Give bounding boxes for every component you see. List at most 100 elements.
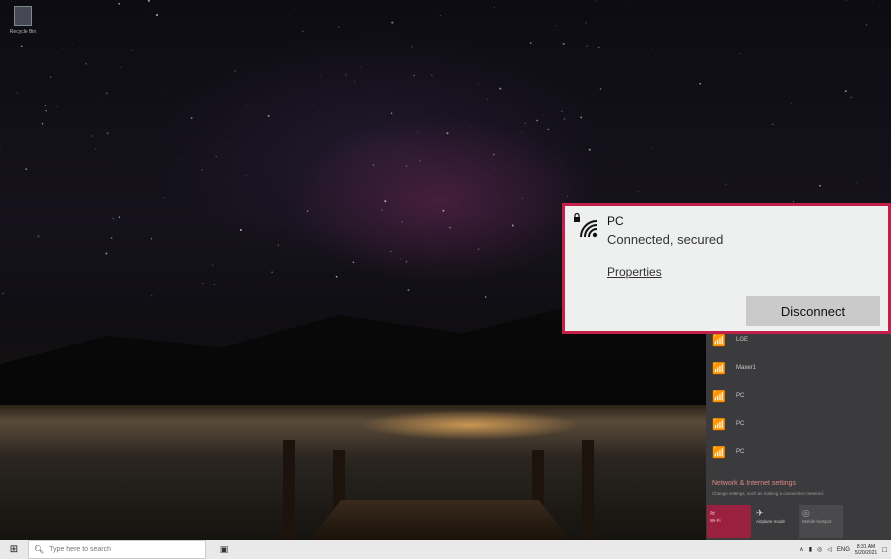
star bbox=[484, 296, 487, 298]
star bbox=[215, 155, 217, 158]
wifi-tile-label: Wi-Fi bbox=[710, 518, 721, 523]
star bbox=[419, 159, 421, 162]
star bbox=[225, 141, 227, 143]
task-view-icon: ▣ bbox=[219, 544, 229, 554]
star bbox=[400, 258, 402, 260]
wifi-tile[interactable]: ≈ Wi-Fi bbox=[707, 505, 751, 538]
star bbox=[110, 236, 113, 240]
recycle-bin-label: Recycle Bin bbox=[9, 29, 37, 35]
task-view-button[interactable]: ▣ bbox=[212, 544, 236, 555]
star bbox=[652, 47, 654, 49]
star bbox=[120, 66, 122, 68]
star bbox=[477, 83, 479, 85]
star bbox=[202, 282, 204, 285]
wifi-secured-icon: 📶 bbox=[712, 418, 726, 431]
star bbox=[177, 157, 179, 159]
star bbox=[495, 169, 497, 171]
star bbox=[407, 289, 410, 292]
taskbar: ⊞ 🔍︎ ▣ ∧ ▮ ◎ ◁ ENG 8:31 AM 5/20/2021 □ bbox=[0, 540, 891, 559]
clock[interactable]: 8:31 AM 5/20/2021 bbox=[855, 544, 877, 556]
star bbox=[449, 226, 451, 229]
network-item[interactable]: 📶 PC bbox=[712, 442, 882, 462]
star bbox=[213, 284, 215, 286]
network-item[interactable]: 📶 Maxer1 bbox=[712, 358, 882, 378]
dock-post bbox=[283, 440, 295, 540]
battery-icon[interactable]: ▮ bbox=[809, 546, 812, 553]
recycle-bin[interactable]: Recycle Bin bbox=[6, 6, 40, 35]
star bbox=[598, 46, 600, 49]
star bbox=[320, 74, 322, 76]
network-name: PC bbox=[736, 393, 745, 399]
star bbox=[150, 238, 153, 240]
star bbox=[405, 164, 408, 168]
network-item[interactable]: 📶 PC bbox=[712, 414, 882, 434]
star bbox=[562, 42, 565, 45]
star bbox=[260, 36, 262, 38]
mobile-hotspot-tile[interactable]: ◎ Mobile hotspot bbox=[799, 505, 843, 538]
star bbox=[211, 264, 214, 266]
star bbox=[37, 235, 40, 238]
star bbox=[390, 112, 393, 114]
star bbox=[44, 104, 46, 107]
star bbox=[704, 40, 705, 42]
star bbox=[627, 4, 629, 5]
star bbox=[352, 261, 355, 264]
star bbox=[652, 147, 654, 149]
network-flyout: 📶 LGE 📶 Maxer1 📶 PC 📶 PC 📶 PC Network & … bbox=[706, 300, 891, 540]
network-icon[interactable]: ◎ bbox=[817, 546, 822, 553]
clock-date: 5/20/2021 bbox=[854, 549, 878, 556]
taskbar-search[interactable]: 🔍︎ bbox=[28, 540, 206, 559]
star bbox=[267, 114, 270, 117]
star bbox=[551, 29, 553, 31]
star bbox=[381, 209, 383, 212]
star bbox=[725, 183, 727, 185]
properties-link[interactable]: Properties bbox=[607, 265, 662, 279]
star bbox=[239, 229, 242, 231]
star bbox=[492, 153, 495, 156]
volume-icon[interactable]: ◁ bbox=[827, 546, 832, 553]
network-settings-link[interactable]: Network & Internet settings bbox=[712, 480, 796, 487]
star bbox=[547, 128, 549, 131]
star bbox=[106, 92, 108, 94]
hotspot-icon: ◎ bbox=[802, 508, 810, 518]
star bbox=[638, 191, 640, 193]
star bbox=[446, 132, 449, 135]
star bbox=[45, 110, 47, 112]
star bbox=[588, 148, 591, 151]
search-icon: 🔍︎ bbox=[34, 545, 45, 554]
star bbox=[100, 98, 101, 99]
star bbox=[91, 135, 93, 137]
start-button[interactable]: ⊞ bbox=[0, 540, 28, 559]
star bbox=[360, 66, 362, 68]
network-item[interactable]: 📶 PC bbox=[712, 386, 882, 406]
star bbox=[796, 170, 797, 171]
star bbox=[493, 6, 495, 8]
star bbox=[536, 119, 539, 122]
star bbox=[561, 110, 563, 112]
star bbox=[49, 76, 52, 78]
star bbox=[372, 164, 375, 166]
star bbox=[151, 295, 153, 297]
disconnect-button[interactable]: Disconnect bbox=[746, 296, 880, 326]
star bbox=[62, 48, 64, 49]
star bbox=[0, 145, 1, 147]
star bbox=[11, 73, 13, 74]
star bbox=[844, 90, 847, 93]
star bbox=[599, 87, 602, 90]
chevron-up-icon[interactable]: ∧ bbox=[799, 546, 803, 553]
search-input[interactable] bbox=[49, 546, 200, 553]
star bbox=[563, 117, 566, 120]
notifications-icon[interactable]: □ bbox=[882, 545, 887, 554]
star bbox=[580, 116, 583, 119]
language-indicator[interactable]: ENG bbox=[837, 547, 850, 553]
star bbox=[306, 210, 309, 212]
system-tray: ∧ ▮ ◎ ◁ ENG 8:31 AM 5/20/2021 □ bbox=[799, 540, 887, 559]
star bbox=[163, 196, 165, 198]
star bbox=[384, 200, 387, 203]
star bbox=[68, 264, 70, 265]
wifi-secured-icon bbox=[574, 213, 598, 238]
star bbox=[190, 117, 193, 119]
star bbox=[405, 260, 408, 263]
airplane-mode-tile[interactable]: ✈ Airplane mode bbox=[753, 505, 797, 538]
star bbox=[487, 98, 488, 100]
